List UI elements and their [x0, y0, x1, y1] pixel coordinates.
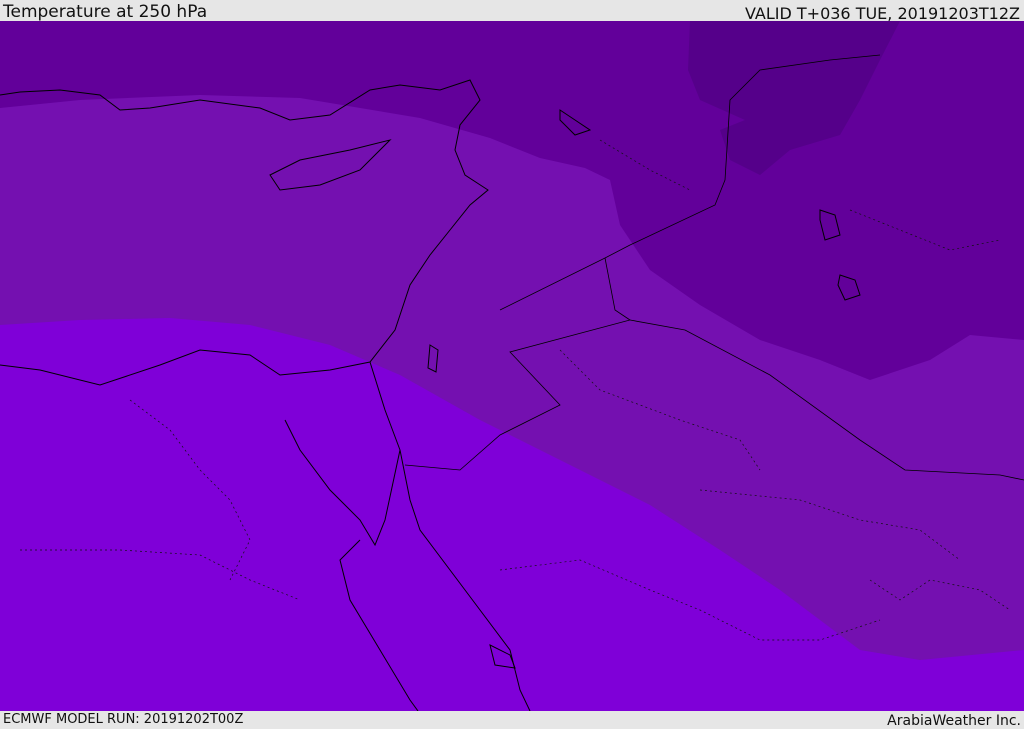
- credit-label: ArabiaWeather Inc.: [887, 713, 1021, 729]
- model-run-label: ECMWF MODEL RUN: 20191202T00Z: [3, 712, 244, 727]
- map-canvas: [0, 21, 1024, 711]
- temperature-map[interactable]: [0, 21, 1024, 711]
- map-title: Temperature at 250 hPa: [3, 2, 208, 22]
- top-bar: Temperature at 250 hPa VALID T+036 TUE, …: [0, 0, 1024, 23]
- bottom-bar: ECMWF MODEL RUN: 20191202T00Z ArabiaWeat…: [0, 711, 1024, 729]
